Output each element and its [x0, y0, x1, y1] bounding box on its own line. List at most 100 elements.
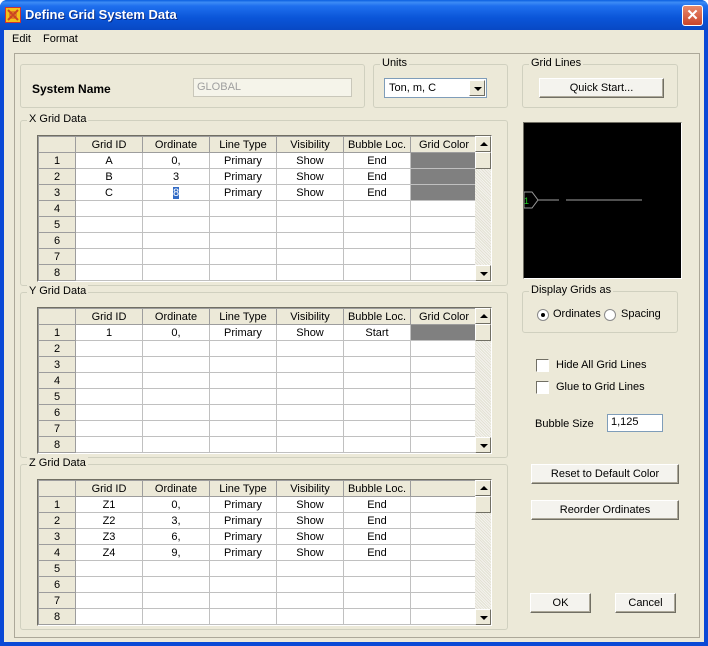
cell-line-type[interactable]	[209, 404, 277, 421]
cell-ordinate[interactable]	[142, 232, 210, 249]
row-header[interactable]: 2	[38, 168, 76, 185]
title-bar[interactable]: Define Grid System Data ✕	[0, 0, 708, 30]
cell-bubble-loc[interactable]	[343, 248, 411, 265]
cell-line-type[interactable]: Primary	[209, 528, 277, 545]
cell-bubble-loc[interactable]	[343, 420, 411, 437]
cell-line-type[interactable]: Primary	[209, 168, 277, 185]
row-header[interactable]: 1	[38, 152, 76, 169]
cell-ordinate[interactable]	[142, 264, 210, 281]
scroll-down-button[interactable]	[475, 437, 491, 453]
cell-ordinate[interactable]	[142, 216, 210, 233]
row-header[interactable]: 6	[38, 404, 76, 421]
cell-grid-color[interactable]	[410, 152, 478, 169]
cell-line-type[interactable]: Primary	[209, 496, 277, 513]
cell-line-type[interactable]: Primary	[209, 512, 277, 529]
cell-grid-color[interactable]	[410, 372, 478, 389]
cell-grid-color[interactable]	[410, 200, 478, 217]
row-header[interactable]: 2	[38, 340, 76, 357]
cell-line-type[interactable]: Primary	[209, 324, 277, 341]
cell-ordinate[interactable]	[142, 576, 210, 593]
cell-ordinate[interactable]: 6,	[142, 528, 210, 545]
system-name-field[interactable]: GLOBAL	[193, 78, 352, 97]
cell-grid-color[interactable]	[410, 324, 478, 341]
cell-ordinate[interactable]	[142, 404, 210, 421]
table-row[interactable]: 1 1 0, Primary Show Start	[38, 324, 478, 341]
table-row[interactable]: 6	[38, 404, 478, 421]
cell-bubble-loc[interactable]	[343, 232, 411, 249]
cell-grid-color[interactable]	[410, 216, 478, 233]
row-header[interactable]: 6	[38, 576, 76, 593]
cell-grid-id[interactable]	[75, 340, 143, 357]
cell-grid-id[interactable]	[75, 232, 143, 249]
row-header[interactable]: 1	[38, 324, 76, 341]
cell-ordinate[interactable]	[142, 340, 210, 357]
table-row[interactable]: 4	[38, 372, 478, 389]
col-line-type[interactable]: Line Type	[209, 136, 277, 153]
cell-grid-id[interactable]	[75, 356, 143, 373]
cell-grid-id[interactable]	[75, 560, 143, 577]
cell-bubble-loc[interactable]	[343, 216, 411, 233]
cell-bubble-loc[interactable]: Start	[343, 324, 411, 341]
cell-ordinate[interactable]	[142, 388, 210, 405]
cell-visibility[interactable]: Show	[276, 512, 344, 529]
cell-visibility[interactable]	[276, 560, 344, 577]
col-line-type[interactable]: Line Type	[209, 308, 277, 325]
row-header[interactable]: 7	[38, 420, 76, 437]
row-header[interactable]: 7	[38, 248, 76, 265]
col-grid-id[interactable]: Grid ID	[75, 480, 143, 497]
table-row[interactable]: 5	[38, 388, 478, 405]
cell-line-type[interactable]: Primary	[209, 184, 277, 201]
cell-bubble-loc[interactable]	[343, 356, 411, 373]
cell-line-type[interactable]	[209, 372, 277, 389]
row-header[interactable]: 7	[38, 592, 76, 609]
cell-ordinate[interactable]	[142, 372, 210, 389]
table-row[interactable]: 3 C 8 Primary Show End	[38, 184, 478, 201]
spacing-radio[interactable]	[604, 309, 616, 321]
cell-visibility[interactable]: Show	[276, 324, 344, 341]
cell-grid-color[interactable]	[410, 264, 478, 281]
close-button[interactable]: ✕	[682, 5, 703, 26]
cell-grid-color[interactable]	[410, 184, 478, 201]
glue-to-grid-lines-label[interactable]: Glue to Grid Lines	[556, 381, 645, 393]
cell-visibility[interactable]: Show	[276, 168, 344, 185]
row-header[interactable]: 6	[38, 232, 76, 249]
cell-line-type[interactable]	[209, 420, 277, 437]
reorder-ordinates-button[interactable]: Reorder Ordinates	[531, 500, 679, 520]
table-row[interactable]: 6	[38, 576, 478, 593]
scroll-down-button[interactable]	[475, 265, 491, 281]
bubble-size-field[interactable]: 1,125	[607, 414, 663, 432]
cell-grid-color[interactable]	[410, 404, 478, 421]
cell-bubble-loc[interactable]: End	[343, 496, 411, 513]
cell-grid-id[interactable]: Z2	[75, 512, 143, 529]
cell-bubble-loc[interactable]	[343, 372, 411, 389]
row-header[interactable]: 5	[38, 560, 76, 577]
cell-grid-color[interactable]	[410, 340, 478, 357]
table-row[interactable]: 4 Z4 9, Primary Show End	[38, 544, 478, 561]
row-header[interactable]: 2	[38, 512, 76, 529]
cell-ordinate[interactable]: 8	[142, 184, 210, 201]
cell-line-type[interactable]	[209, 216, 277, 233]
cell-bubble-loc[interactable]	[343, 264, 411, 281]
cell-grid-color[interactable]	[410, 248, 478, 265]
table-row[interactable]: 1 Z1 0, Primary Show End	[38, 496, 478, 513]
cell-grid-id[interactable]	[75, 576, 143, 593]
cell-bubble-loc[interactable]	[343, 436, 411, 453]
row-header[interactable]: 4	[38, 200, 76, 217]
table-row[interactable]: 3	[38, 356, 478, 373]
quick-start-button[interactable]: Quick Start...	[539, 78, 664, 98]
cell-ordinate[interactable]: 0,	[142, 152, 210, 169]
cell-line-type[interactable]: Primary	[209, 152, 277, 169]
cell-ordinate[interactable]	[142, 592, 210, 609]
col-ordinate[interactable]: Ordinate	[142, 136, 210, 153]
table-row[interactable]: 7	[38, 420, 478, 437]
cell-grid-id[interactable]: A	[75, 152, 143, 169]
col-grid-color[interactable]: Grid Color	[410, 308, 478, 325]
cell-grid-id[interactable]	[75, 200, 143, 217]
cell-grid-id[interactable]: Z4	[75, 544, 143, 561]
table-row[interactable]: 3 Z3 6, Primary Show End	[38, 528, 478, 545]
scroll-thumb[interactable]	[475, 324, 491, 341]
cell-grid-color[interactable]	[410, 168, 478, 185]
menu-format[interactable]: Format	[43, 33, 78, 45]
cell-visibility[interactable]: Show	[276, 528, 344, 545]
cell-grid-color[interactable]	[410, 356, 478, 373]
